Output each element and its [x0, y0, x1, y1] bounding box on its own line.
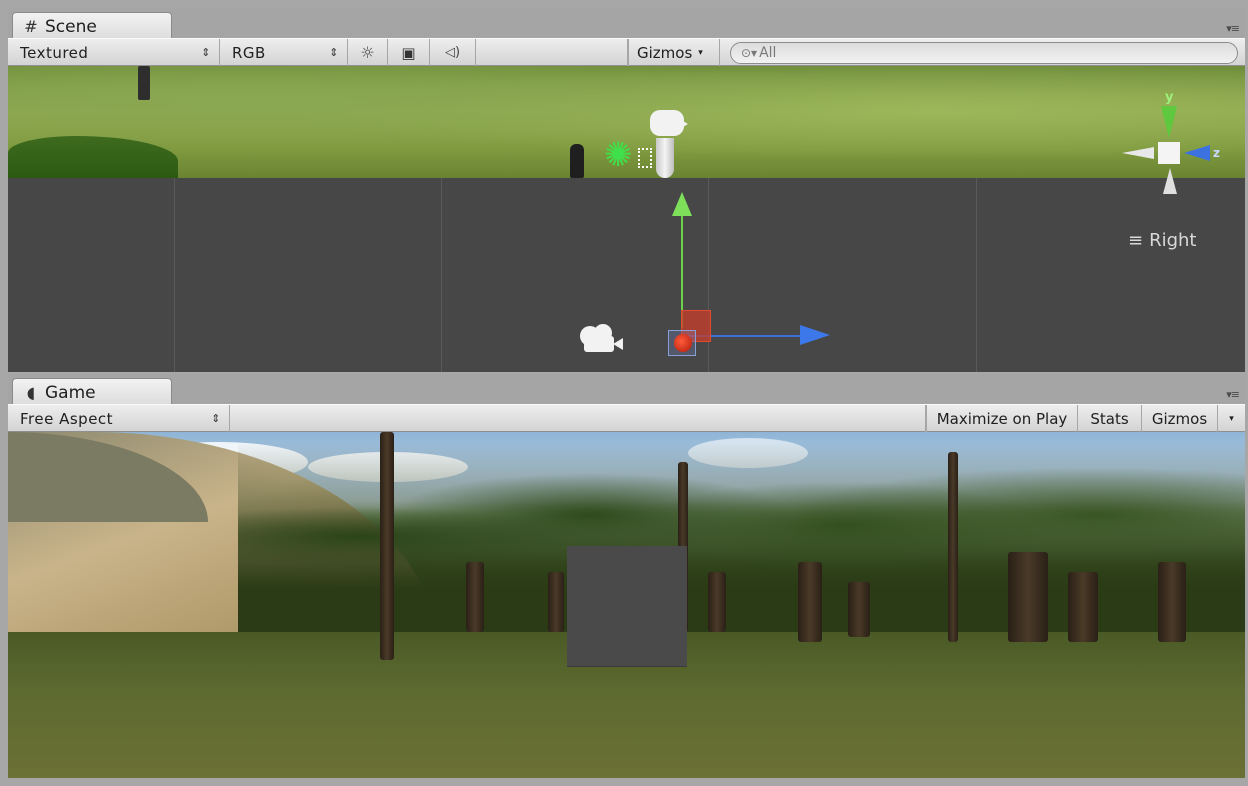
tree-trunk: [548, 572, 564, 632]
gizmo-x-cone[interactable]: [1122, 147, 1154, 159]
camera-icon[interactable]: [648, 110, 688, 180]
tab-game[interactable]: ◖ Game: [12, 378, 172, 406]
chevron-down-icon: ▾: [1229, 413, 1234, 424]
grid-line: [976, 178, 977, 372]
game-tabbar: ◖ Game ▾≡: [8, 374, 1245, 406]
game-gizmos-button[interactable]: Gizmos: [1142, 405, 1218, 432]
scene-image-toggle[interactable]: ▣: [388, 39, 430, 66]
tab-scene-label: Scene: [45, 16, 97, 37]
palm-trunk: [948, 452, 958, 642]
speaker-icon: ◁): [444, 45, 461, 60]
tree-trunk: [1068, 572, 1098, 642]
color-mode-value: RGB: [232, 43, 266, 62]
render-mode-value: Textured: [20, 43, 89, 62]
scene-tabbar: # Scene ▾≡: [8, 8, 1245, 40]
game-gizmos-dropdown[interactable]: ▾: [1218, 405, 1245, 432]
view-label[interactable]: ≡ Right: [1128, 230, 1197, 251]
grid-line: [708, 178, 709, 372]
pacman-game-icon: ◖: [26, 383, 36, 402]
chevron-down-icon: ▾: [698, 47, 703, 58]
scene-viewport[interactable]: ✺ y z ≡ Right: [8, 66, 1245, 372]
gizmo-z-label: z: [1213, 146, 1220, 160]
light-icon[interactable]: ✺: [604, 138, 633, 172]
stats-button[interactable]: Stats: [1078, 405, 1142, 432]
tab-scene[interactable]: # Scene: [12, 12, 172, 40]
grid-hash-icon: #: [24, 17, 38, 36]
maximize-on-play-label: Maximize on Play: [936, 409, 1068, 428]
grid-line: [174, 178, 175, 372]
gizmos-label: Gizmos: [637, 43, 693, 62]
game-viewport[interactable]: [8, 432, 1245, 778]
scene-toolbar: Textured RGB ☼ ▣ ◁) Gizmos ▾ ⊙▾ All: [8, 38, 1245, 66]
game-panel: ◖ Game ▾≡ Free Aspect Maximize on Play S…: [8, 374, 1245, 784]
gray-cube[interactable]: [567, 546, 687, 666]
tree-trunk: [466, 562, 484, 632]
panel-menu-icon[interactable]: ▾≡: [1226, 388, 1240, 401]
tree-trunk: [708, 572, 726, 632]
gizmo-y-label: y: [1165, 90, 1174, 105]
search-placeholder: All: [759, 45, 777, 61]
view-label-text: Right: [1149, 230, 1197, 251]
tab-game-label: Game: [45, 382, 96, 403]
sun-icon: ☼: [360, 43, 375, 62]
terrain-post: [138, 66, 150, 100]
lighting-toggle[interactable]: ☼: [348, 39, 388, 66]
tree-trunk: [1008, 552, 1048, 642]
tree-trunk: [1158, 562, 1186, 642]
palm-trunk: [380, 432, 394, 660]
unity-editor: # Scene ▾≡ Textured RGB ☼ ▣ ◁) Gizmo: [0, 0, 1248, 786]
maximize-on-play-button[interactable]: Maximize on Play: [926, 405, 1078, 432]
y-axis-arrow[interactable]: [672, 192, 692, 216]
gizmo-z-cone[interactable]: [1184, 145, 1210, 161]
grid-line: [441, 178, 442, 372]
character-silhouette-icon[interactable]: [570, 144, 584, 178]
render-mode-dropdown[interactable]: Textured: [8, 39, 220, 66]
aspect-value: Free Aspect: [20, 409, 114, 428]
audio-toggle[interactable]: ◁): [430, 39, 476, 66]
search-icon: ⊙▾: [741, 46, 758, 60]
toolbar-spacer: [476, 39, 628, 66]
panel-menu-icon[interactable]: ▾≡: [1226, 22, 1240, 35]
scene-panel: # Scene ▾≡ Textured RGB ☼ ▣ ◁) Gizmo: [8, 8, 1245, 372]
game-gizmos-label: Gizmos: [1151, 409, 1208, 428]
gizmo-down-cone[interactable]: [1163, 168, 1177, 194]
tree-trunk: [798, 562, 822, 642]
scene-camera-icon[interactable]: [580, 324, 628, 354]
gizmo-center-cube[interactable]: [1158, 142, 1180, 164]
orientation-gizmo[interactable]: y z: [1118, 90, 1228, 200]
color-mode-dropdown[interactable]: RGB: [220, 39, 348, 66]
gizmos-dropdown[interactable]: Gizmos ▾: [628, 39, 720, 66]
center-handle[interactable]: [674, 334, 692, 352]
aspect-dropdown[interactable]: Free Aspect: [8, 405, 230, 432]
z-axis-arrow[interactable]: [800, 325, 830, 345]
gizmo-y-cone[interactable]: [1161, 106, 1177, 138]
game-toolbar: Free Aspect Maximize on Play Stats Gizmo…: [8, 404, 1245, 432]
scene-search-input[interactable]: ⊙▾ All: [730, 42, 1238, 64]
toolbar-spacer: [230, 405, 926, 432]
stats-label: Stats: [1090, 409, 1129, 428]
image-icon: ▣: [401, 43, 416, 62]
tree-trunk: [848, 582, 870, 637]
list-icon: ≡: [1128, 230, 1144, 251]
